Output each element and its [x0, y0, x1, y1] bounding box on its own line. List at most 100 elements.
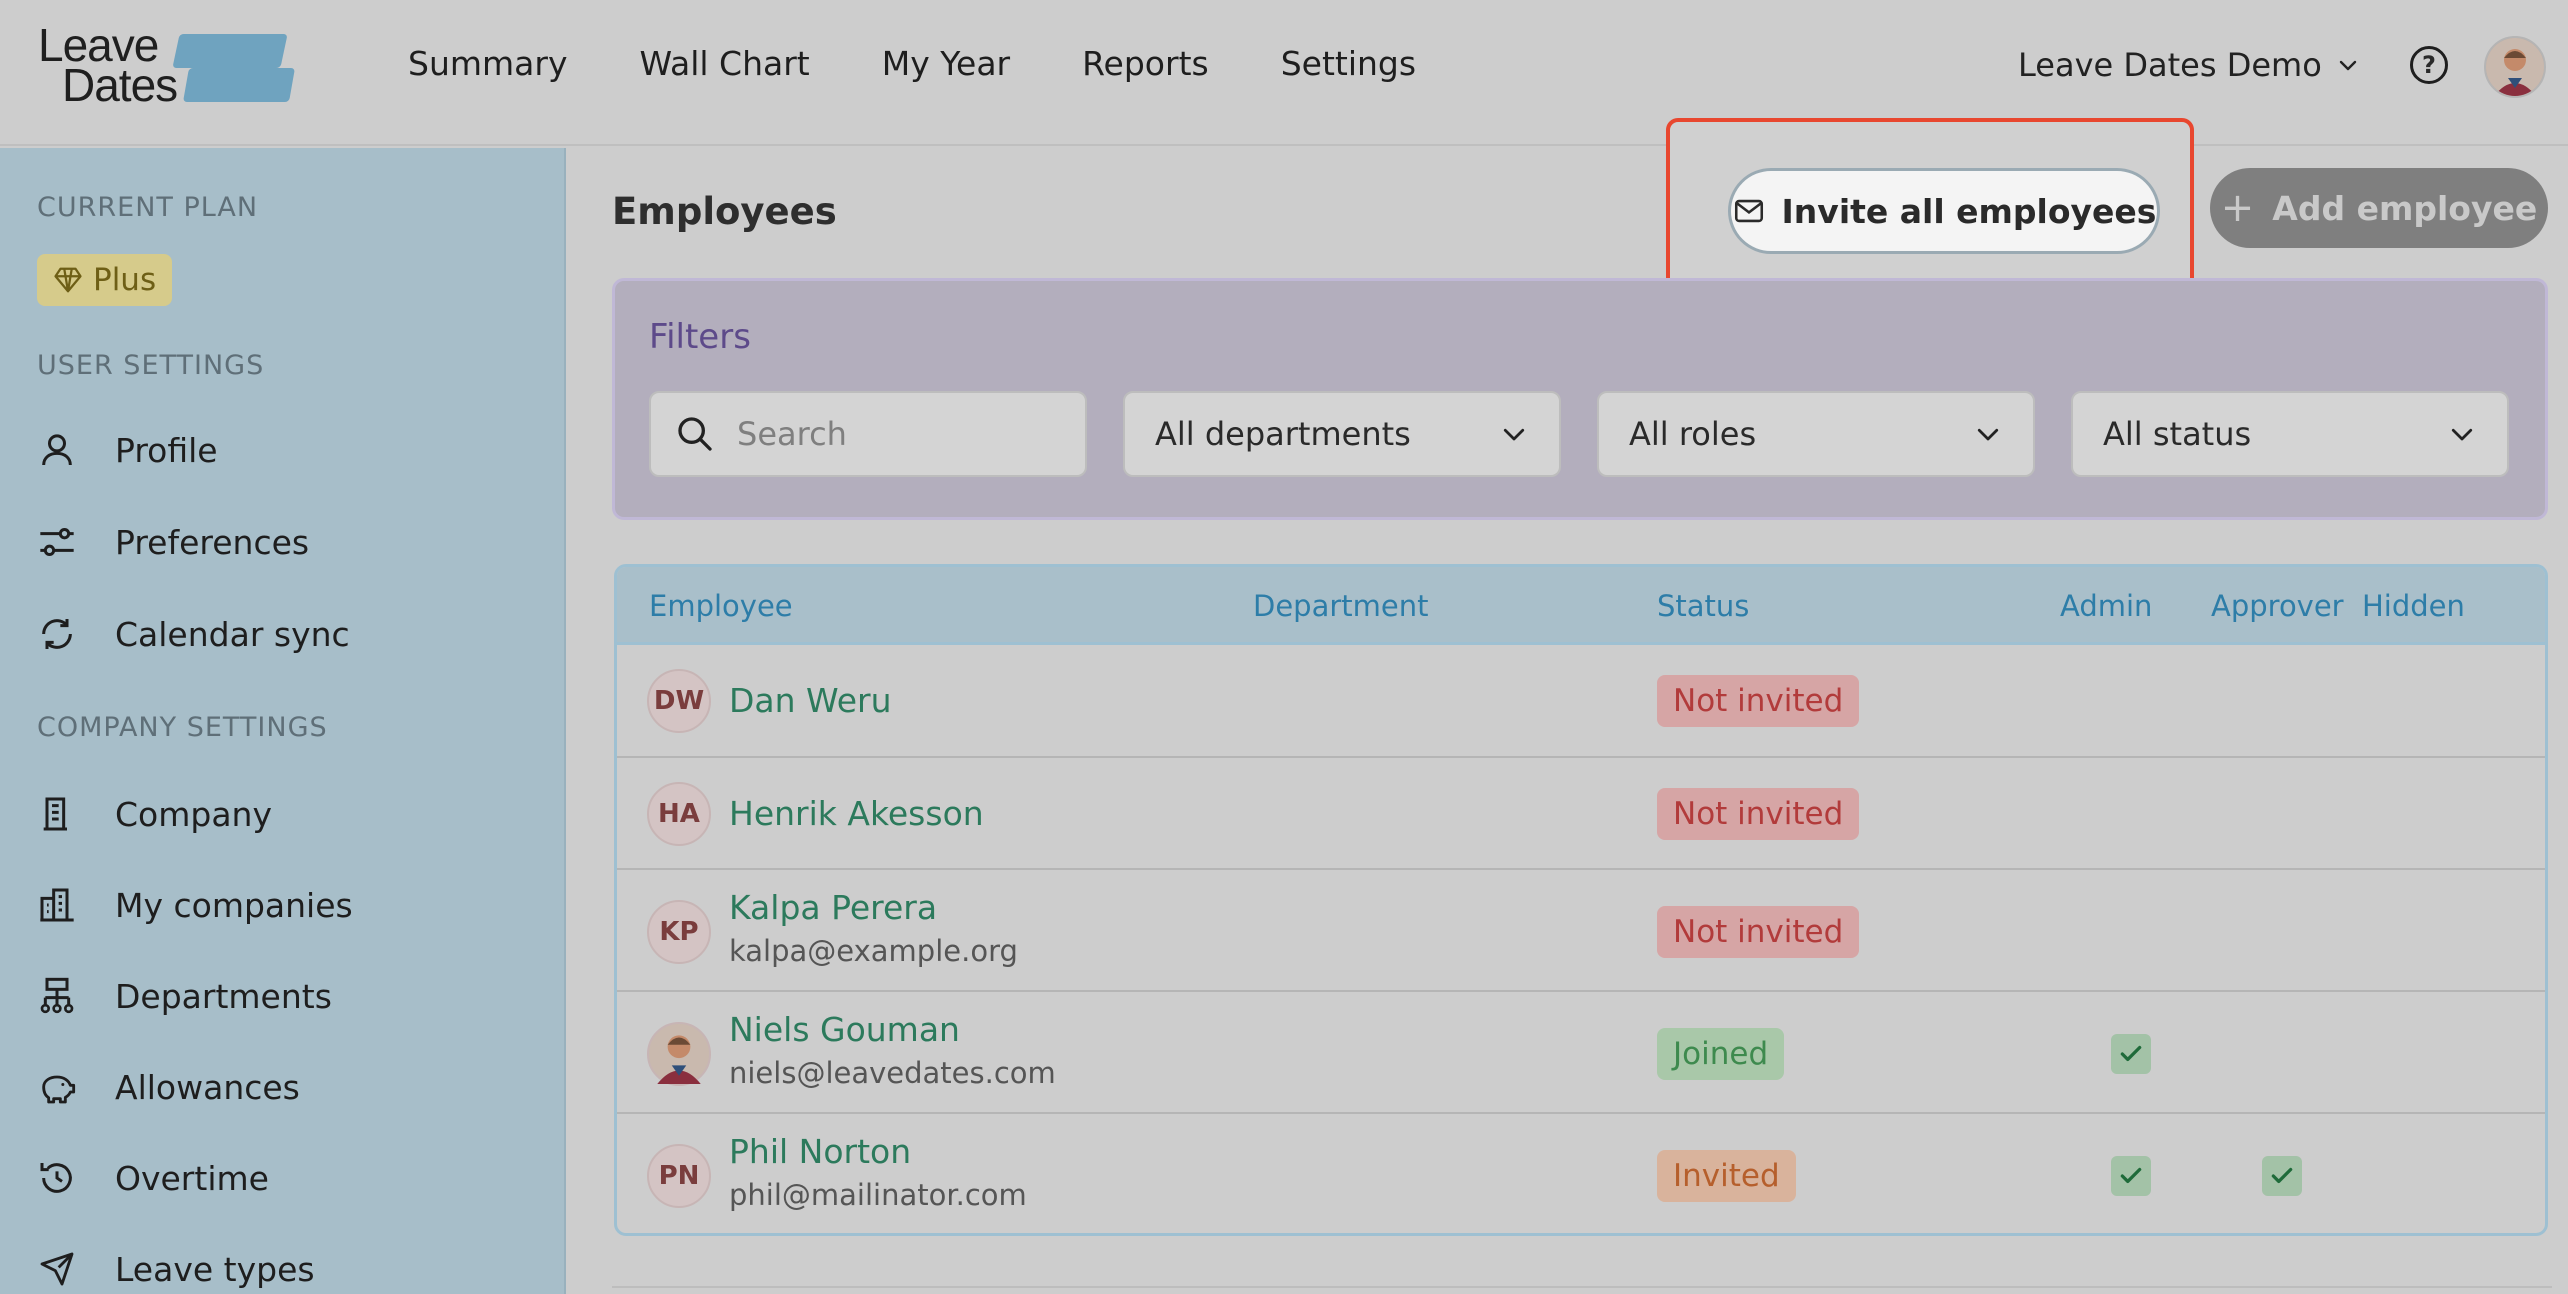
sidebar-item-overtime[interactable]: Overtime: [37, 1152, 269, 1204]
nav-reports[interactable]: Reports: [1082, 44, 1209, 83]
table-row[interactable]: KP Kalpa Perera kalpa@example.org Not in…: [617, 870, 2545, 992]
status-filter-select[interactable]: All status: [2071, 391, 2509, 477]
filters-panel: Filters Search All departments All roles…: [612, 278, 2548, 520]
plus-icon: +: [2220, 185, 2255, 231]
sidebar-item-preferences[interactable]: Preferences: [37, 516, 309, 568]
status-filter-value: All status: [2103, 415, 2252, 453]
column-header-status[interactable]: Status: [1657, 589, 1749, 623]
chevron-down-icon: [1503, 428, 1525, 441]
chevron-down-icon: [1977, 428, 1999, 441]
building-icon: [43, 797, 67, 831]
admin-check-icon[interactable]: [2111, 1156, 2151, 1196]
plan-name: Plus: [93, 262, 157, 298]
diamond-icon: [54, 267, 82, 293]
company-name: Leave Dates Demo: [2018, 46, 2322, 84]
sidebar-item-label: Calendar sync: [115, 614, 350, 654]
settings-sidebar: CURRENT PLAN Plus USER SETTINGS Profile …: [0, 148, 566, 1294]
role-filter-select[interactable]: All roles: [1597, 391, 2035, 477]
user-settings-label: USER SETTINGS: [37, 350, 265, 381]
sidebar-item-departments[interactable]: Departments: [37, 970, 332, 1022]
invite-all-label: Invite all employees: [1781, 191, 2157, 231]
sync-icon: [42, 619, 72, 649]
table-row[interactable]: PN Phil Norton phil@mailinator.com Invit…: [617, 1114, 2545, 1233]
sidebar-item-allowances[interactable]: Allowances: [37, 1061, 300, 1113]
employee-email: phil@mailinator.com: [729, 1178, 1027, 1212]
employee-name[interactable]: Kalpa Perera: [729, 888, 937, 927]
table-header: Employee Department Status Admin Approve…: [617, 567, 2545, 645]
chevron-down-icon: [2339, 60, 2356, 71]
logo-text-line2: Dates: [62, 59, 178, 111]
person-icon: [42, 434, 72, 466]
column-header-hidden[interactable]: Hidden: [2362, 589, 2465, 623]
piggy-bank-icon: [42, 1075, 76, 1104]
column-header-admin[interactable]: Admin: [2060, 589, 2152, 623]
help-icon[interactable]: ?: [2410, 46, 2448, 84]
company-switcher[interactable]: Leave Dates Demo: [2018, 46, 2360, 84]
status-badge: Not invited: [1657, 675, 1860, 727]
sidebar-item-label: Overtime: [115, 1158, 269, 1198]
main-content: Employees Invite all employees + Add emp…: [568, 118, 2568, 1294]
employee-email: kalpa@example.org: [729, 934, 1018, 968]
invite-all-employees-button[interactable]: Invite all employees: [1728, 168, 2160, 254]
column-header-department[interactable]: Department: [1253, 589, 1429, 623]
logo-brush-stroke: [183, 68, 295, 102]
employee-name[interactable]: Dan Weru: [729, 681, 892, 720]
department-filter-select[interactable]: All departments: [1123, 391, 1561, 477]
avatar-photo: [657, 1035, 701, 1084]
employees-table: Employee Department Status Admin Approve…: [614, 564, 2548, 1236]
status-badge: Invited: [1657, 1150, 1796, 1202]
leave-dates-logo[interactable]: Leave Dates: [36, 18, 296, 108]
role-filter-value: All roles: [1629, 415, 1757, 453]
avatar-photo: [2486, 38, 2544, 96]
sidebar-item-label: Leave types: [115, 1249, 315, 1289]
sliders-icon: [40, 528, 74, 556]
table-row[interactable]: HA Henrik Akesson Not invited: [617, 758, 2545, 870]
buildings-icon: [40, 888, 74, 922]
table-row[interactable]: Niels Gouman niels@leavedates.com Joined: [617, 992, 2545, 1114]
approver-check-icon[interactable]: [2262, 1156, 2302, 1196]
nav-my-year[interactable]: My Year: [882, 44, 1010, 83]
main-nav: Summary Wall Chart My Year Reports Setti…: [408, 44, 1416, 83]
employee-avatar: [647, 1022, 711, 1086]
sidebar-item-company[interactable]: Company: [37, 788, 272, 840]
nav-summary[interactable]: Summary: [408, 44, 567, 83]
user-avatar[interactable]: [2484, 36, 2546, 98]
sidebar-item-profile[interactable]: Profile: [37, 424, 218, 476]
sidebar-item-label: Departments: [115, 976, 332, 1016]
clock-history-icon: [40, 1163, 72, 1193]
logo-brush-stroke: [172, 34, 288, 68]
sidebar-item-label: Profile: [115, 430, 218, 470]
employee-name[interactable]: Henrik Akesson: [729, 794, 984, 833]
department-filter-value: All departments: [1155, 415, 1411, 453]
sidebar-item-my-companies[interactable]: My companies: [37, 879, 353, 931]
sidebar-item-leave-types[interactable]: Leave types: [37, 1243, 315, 1294]
column-header-approver[interactable]: Approver: [2211, 589, 2344, 623]
search-icon: [678, 417, 712, 451]
nav-settings[interactable]: Settings: [1281, 44, 1416, 83]
search-input[interactable]: Search: [649, 391, 1087, 477]
employee-avatar: HA: [647, 782, 711, 846]
status-badge: Not invited: [1657, 788, 1860, 840]
employee-name[interactable]: Niels Gouman: [729, 1010, 960, 1049]
page-title: Employees: [612, 190, 837, 233]
add-employee-button[interactable]: + Add employee: [2210, 168, 2548, 248]
status-badge: Not invited: [1657, 906, 1860, 958]
employee-email: niels@leavedates.com: [729, 1056, 1056, 1090]
add-employee-label: Add employee: [2272, 188, 2538, 228]
filters-title: Filters: [649, 317, 751, 357]
company-settings-label: COMPANY SETTINGS: [37, 712, 328, 743]
employee-avatar: KP: [647, 900, 711, 964]
sidebar-item-calendar-sync[interactable]: Calendar sync: [37, 608, 350, 660]
employee-name[interactable]: Phil Norton: [729, 1132, 911, 1171]
divider: [612, 1286, 2552, 1288]
admin-check-icon[interactable]: [2111, 1034, 2151, 1074]
sidebar-item-label: My companies: [115, 885, 353, 925]
current-plan-label: CURRENT PLAN: [37, 192, 259, 223]
employee-avatar: PN: [647, 1144, 711, 1208]
chevron-down-icon: [2451, 428, 2473, 441]
envelope-icon: [1734, 199, 1763, 223]
org-chart-icon: [40, 977, 74, 1014]
table-row[interactable]: DW Dan Weru Not invited: [617, 645, 2545, 758]
nav-wall-chart[interactable]: Wall Chart: [639, 44, 809, 83]
column-header-employee[interactable]: Employee: [649, 589, 793, 623]
